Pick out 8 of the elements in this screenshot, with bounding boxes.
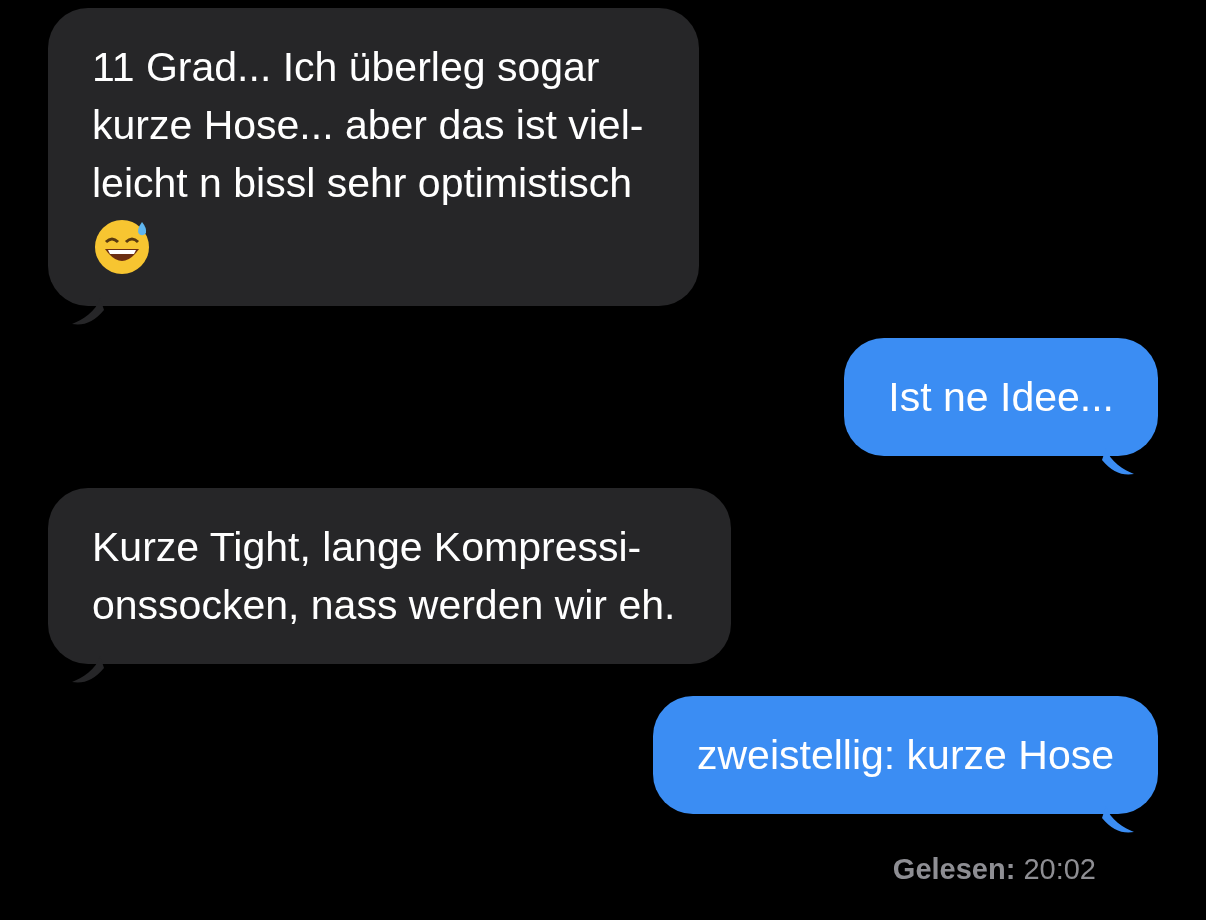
read-receipt: Gelesen: 20:02 bbox=[892, 852, 1096, 887]
message-text: zweistellig: kurze Hose bbox=[697, 731, 1114, 780]
message-text: onssocken, nass werden wir eh. bbox=[92, 581, 676, 630]
message-text: Ist ne Idee... bbox=[888, 373, 1114, 422]
message-text: kurze Hose... aber das ist viel- bbox=[92, 101, 644, 150]
message-text: Kurze Tight, lange Kompressi- bbox=[92, 523, 643, 572]
message-text: leicht n bissl sehr optimistisch bbox=[92, 159, 634, 208]
message-text: 11 Grad... Ich überleg sogar bbox=[92, 43, 601, 92]
